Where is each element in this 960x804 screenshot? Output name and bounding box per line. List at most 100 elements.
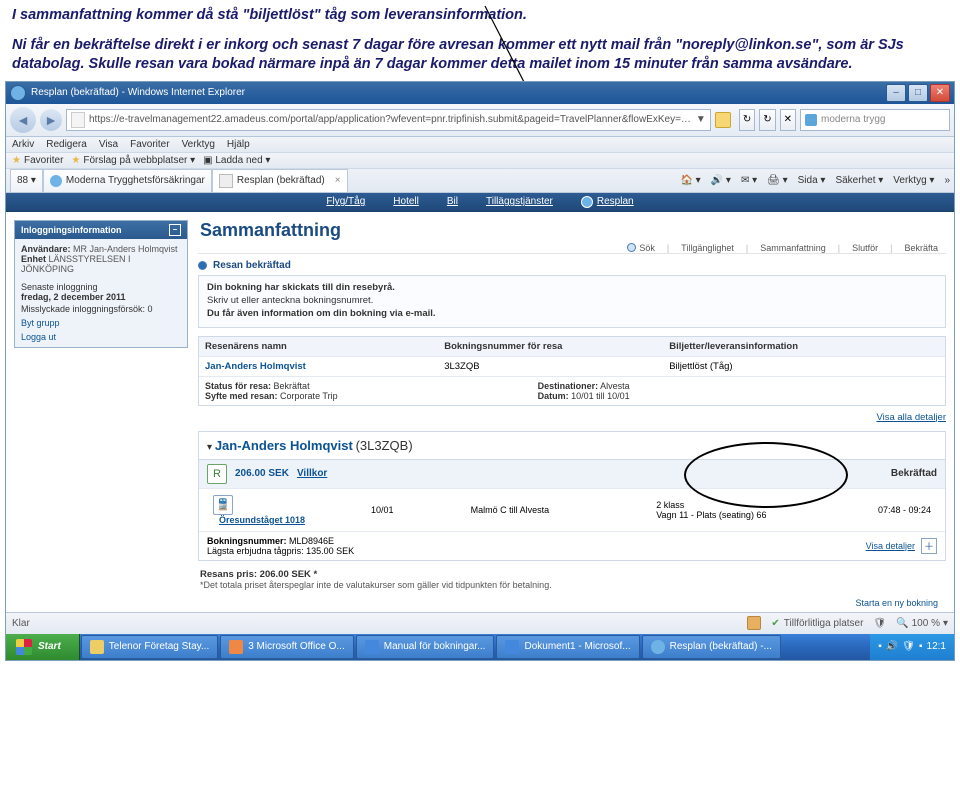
tool-rss[interactable]: 🔊 ▾ [711,175,731,186]
menu-verktyg[interactable]: Verktyg [182,139,215,150]
search-input[interactable]: moderna trygg [800,109,950,131]
tool-security[interactable]: Säkerhet ▾ [835,175,883,186]
doc-paragraph-1: I sammanfattning kommer då stå "biljettl… [12,6,948,26]
nav-resplan[interactable]: Resplan [581,196,634,208]
address-bar: ◄ ► https://e-travelmanagement22.amadeus… [6,104,954,137]
delivery-info: Biljettlöst (Tåg) [669,361,732,372]
login-info-title: Inloggningsinformation [21,225,122,235]
link-byt-grupp[interactable]: Byt grupp [21,318,181,328]
check-icon: ✔ [771,618,779,629]
tool-print[interactable]: 🖨 ▾ [767,175,788,186]
menu-bar: Arkiv Redigera Visa Favoriter Verktyg Hj… [6,137,954,153]
menu-favoriter[interactable]: Favoriter [130,139,169,150]
menu-hjalp[interactable]: Hjälp [227,139,250,150]
page-title: Sammanfattning [200,220,341,241]
menu-redigera[interactable]: Redigera [46,139,87,150]
task-1-label: 3 Microsoft Office O... [248,641,345,652]
link-visa-alla[interactable]: Visa alla detaljer [876,412,946,423]
tab-strip: 88 ▾ Moderna Trygghetsförsäkringar Respl… [6,169,954,193]
favorites-button[interactable]: ★ Favoriter [12,155,63,166]
nav-hotell[interactable]: Hotell [393,196,419,207]
nav-bil[interactable]: Bil [447,196,458,207]
plus-icon[interactable]: ＋ [921,538,937,554]
start-label: Start [38,641,61,652]
search-engine-icon [805,114,817,126]
menu-arkiv[interactable]: Arkiv [12,139,34,150]
date-label: Datum: [538,391,569,401]
zoom-icon[interactable]: 🔍 [896,618,908,629]
dest-value: Alvesta [600,381,630,391]
refresh-button[interactable]: ↻ [759,109,775,131]
link-logga-ut[interactable]: Logga ut [21,332,181,342]
crumb-sep3: | [838,243,840,253]
back-button[interactable]: ◄ [10,107,36,133]
download-item[interactable]: ▣ Ladda ned ▾ [203,155,270,166]
villkor-link[interactable]: Villkor [297,468,327,479]
page-tab-icon [219,174,233,188]
start-button[interactable]: Start [6,634,80,660]
doc-paragraph-2: Ni får en bekräftelse direkt i er inkorg… [12,36,948,75]
stop-button[interactable]: ✕ [780,109,796,131]
login-info-panel: Inloggningsinformation – Användare: MR J… [14,220,188,348]
task-telenor[interactable]: Telenor Företag Stay... [81,635,218,659]
user-label: Användare: [21,244,71,254]
tool-mail[interactable]: ✉ ▾ [741,175,757,186]
app-icon [90,640,104,654]
pnr-name: Jan-Anders Holmqvist [215,438,353,453]
maximize-button[interactable]: □ [908,84,928,102]
last-login-value: fredag, 2 december 2011 [21,292,126,302]
purpose-value: Corporate Trip [280,391,338,401]
compat-button[interactable]: ↻ [739,109,755,131]
tray-icon[interactable]: ▪ [919,641,923,652]
windows-icon [16,639,32,655]
task-resplan[interactable]: Resplan (bekräftad) -... [642,635,781,659]
crumb-sok: Sök [639,243,655,253]
segment-link[interactable]: Öresundståget 1018 [219,515,305,525]
tray-icon[interactable]: 🔊 [886,641,898,652]
url-field[interactable]: https://e-travelmanagement22.amadeus.com… [66,109,711,131]
tray-icon[interactable]: 🛡 [902,641,915,652]
protected-mode-icon: 🛡 [873,618,886,629]
task-office[interactable]: 3 Microsoft Office O... [220,635,354,659]
tool-tools[interactable]: Verktyg ▾ [893,175,934,186]
tool-home[interactable]: 🏠 ▾ [680,175,700,186]
collapse-icon[interactable]: – [169,224,181,236]
suggested-sites[interactable]: ★ Förslag på webbplatser ▾ [71,155,195,166]
forward-button[interactable]: ► [40,109,62,131]
close-button[interactable]: ✕ [930,84,950,102]
nav-flyg[interactable]: Flyg/Tåg [326,196,365,207]
th-delivery: Biljetter/leveransinformation [669,341,798,352]
tool-more[interactable]: » [944,175,950,186]
task-dokument[interactable]: Dokument1 - Microsof... [496,635,639,659]
tab-moderna[interactable]: Moderna Trygghetsförsäkringar [43,169,212,192]
status-label: Status för resa: [205,381,271,391]
app-icon [365,640,379,654]
menu-visa[interactable]: Visa [99,139,118,150]
crumb-samman: Sammanfattning [760,243,826,253]
expand-icon[interactable] [198,261,207,270]
trusted-sites: Tillförlitliga platser [784,618,864,629]
nav-tillagg[interactable]: Tilläggstjänster [486,196,553,207]
lock-icon [715,112,731,128]
tray-icon[interactable]: ▪ [878,641,882,652]
lowest-value: 135.00 SEK [306,546,354,556]
tab-group-button[interactable]: 88 ▾ [10,169,43,192]
window-title: Resplan (bekräftad) - Windows Internet E… [31,87,245,98]
th-name: Resenärens namn [205,341,287,352]
visa-detaljer-link[interactable]: Visa detaljer [866,541,915,551]
total-value: 206.00 SEK * [260,569,318,580]
unit-label: Enhet [21,254,46,264]
traveler-name-link[interactable]: Jan-Anders Holmqvist [205,361,306,372]
crumb-slutfor: Slutför [852,243,878,253]
info-l1: Din bokning har skickats till din reseby… [207,282,395,293]
start-new-booking[interactable]: Starta en ny bokning [855,598,938,608]
minimize-button[interactable]: – [886,84,906,102]
status-bar: Klar ✔Tillförlitliga platser 🛡 🔍100 %▾ [6,612,954,634]
crumb-sep4: | [890,243,892,253]
app-icon [505,640,519,654]
tab-resplan[interactable]: Resplan (bekräftad) × [212,169,348,192]
tool-page[interactable]: Sida ▾ [798,175,826,186]
favorites-label: Favoriter [24,155,63,166]
train-icon: 🚆 [213,495,233,515]
task-manual[interactable]: Manual för bokningar... [356,635,495,659]
